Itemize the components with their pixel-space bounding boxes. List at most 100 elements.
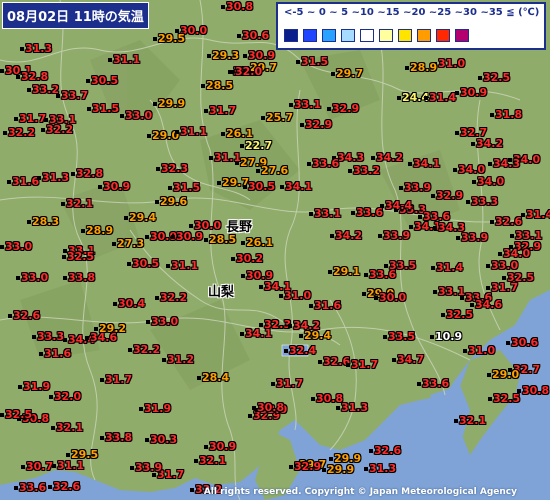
station-temperature-value: 30.0 [379, 291, 407, 304]
station-temperature-label: 31.6 [7, 176, 39, 187]
station-marker-icon [490, 220, 494, 224]
station-temperature-value: 33.6 [422, 377, 450, 390]
station-marker-icon [289, 465, 293, 469]
station-marker-icon [488, 162, 492, 166]
station-temperature-label: 33.5 [384, 260, 416, 271]
station-temperature-label: 33.0 [146, 316, 178, 327]
station-temperature-value: 33.1 [294, 98, 322, 111]
station-temperature-label: 31.2 [162, 354, 194, 365]
temperature-map: 30.8 30.0 29.5 30.6 29.3 30.9 31.3 32.0 31.1 29.7… [0, 0, 550, 500]
station-temperature-label: 33.9 [456, 232, 488, 243]
station-marker-icon [502, 276, 506, 280]
legend-swatch [379, 29, 393, 42]
station-temperature-label: 32.2 [3, 127, 35, 138]
station-marker-icon [362, 292, 366, 296]
station-temperature-value: 34.3 [493, 157, 521, 170]
station-marker-icon [486, 264, 490, 268]
station-temperature-label: 29.0 [487, 369, 519, 380]
station-temperature-label: 28.9 [405, 62, 437, 73]
station-marker-icon [328, 270, 332, 274]
station-temperature-label: 32.6 [8, 310, 40, 321]
station-marker-icon [153, 37, 157, 41]
station-marker-icon [470, 303, 474, 307]
station-temperature-label: 32.8 [16, 71, 48, 82]
station-marker-icon [351, 211, 355, 215]
station-temperature-label: 31.4 [424, 92, 456, 103]
legend-swatch [417, 29, 431, 42]
station-temperature-value: 33.0 [21, 271, 49, 284]
station-temperature-value: 32.5 [446, 308, 474, 321]
station-temperature-label: 33.0 [486, 260, 518, 271]
station-marker-icon [384, 264, 388, 268]
station-temperature-label: 33.1 [289, 99, 321, 110]
station-temperature-value: 30.5 [132, 257, 160, 270]
station-marker-icon [517, 389, 521, 393]
station-temperature-value: 31.5 [173, 181, 201, 194]
station-temperature-label: 33.2 [348, 165, 380, 176]
station-temperature-label: 34.1 [240, 328, 272, 339]
station-temperature-label: 34.6 [470, 299, 502, 310]
station-temperature-label: 30.7 [21, 461, 53, 472]
station-temperature-label: 30.9 [204, 441, 236, 452]
station-temperature-label: 31.0 [433, 58, 465, 69]
station-temperature-value: 33.9 [461, 231, 489, 244]
station-temperature-label: 30.9 [243, 50, 275, 61]
legend-color-swatches [284, 29, 469, 42]
station-temperature-value: 34.1 [245, 327, 273, 340]
station-temperature-value: 30.2 [236, 252, 264, 265]
station-temperature-value: 34.1 [285, 180, 313, 193]
station-marker-icon [397, 96, 401, 100]
station-temperature-value: 34.0 [477, 175, 505, 188]
station-temperature-label: 31.3 [364, 463, 396, 474]
station-temperature-value: 32.2 [46, 123, 74, 136]
station-temperature-label: 29.3 [207, 50, 239, 61]
station-temperature-label: 10.9 [430, 331, 462, 342]
station-temperature-label: 31.9 [18, 381, 50, 392]
station-temperature-label: 30.2 [231, 253, 263, 264]
station-temperature-label: 33.6 [14, 482, 46, 493]
station-marker-icon [0, 413, 4, 417]
station-temperature-value: 29.4 [304, 329, 332, 342]
legend-swatch [360, 29, 374, 42]
station-marker-icon [433, 226, 437, 230]
station-marker-icon [455, 131, 459, 135]
station-temperature-label: 34.0 [498, 248, 530, 259]
station-marker-icon [318, 360, 322, 364]
station-temperature-label: 31.9 [139, 403, 171, 414]
station-temperature-value: 31.7 [105, 373, 133, 386]
station-temperature-value: 31.9 [144, 402, 172, 415]
station-temperature-value: 33.8 [105, 431, 133, 444]
station-marker-icon [20, 47, 24, 51]
station-temperature-value: 32.6 [53, 480, 81, 493]
station-temperature-label: 32.9 [300, 119, 332, 130]
station-marker-icon [392, 358, 396, 362]
station-marker-icon [346, 363, 350, 367]
station-marker-icon [81, 229, 85, 233]
station-temperature-value: 32.3 [161, 162, 189, 175]
station-temperature-value: 29.7 [336, 67, 364, 80]
station-temperature-label: 33.9 [399, 182, 431, 193]
station-temperature-value: 30.8 [257, 401, 285, 414]
station-marker-icon [472, 180, 476, 184]
station-marker-icon [197, 376, 201, 380]
station-marker-icon [194, 459, 198, 463]
station-temperature-label: 33.7 [56, 90, 88, 101]
station-temperature-value: 32.6 [374, 444, 402, 457]
station-temperature-label: 32.5 [0, 409, 32, 420]
station-marker-icon [296, 60, 300, 64]
station-temperature-value: 34.4 [385, 199, 413, 212]
station-marker-icon [374, 296, 378, 300]
station-temperature-label: 28.9 [81, 225, 113, 236]
station-marker-icon [27, 220, 31, 224]
station-marker-icon [433, 290, 437, 294]
station-temperature-value: 32.6 [13, 309, 41, 322]
station-temperature-value: 30.9 [460, 86, 488, 99]
station-temperature-label: 33.2 [27, 84, 59, 95]
station-temperature-label: 28.4 [197, 372, 229, 383]
station-marker-icon [521, 213, 525, 217]
station-temperature-label: 26.1 [241, 237, 273, 248]
station-temperature-value: 25.7 [266, 111, 294, 124]
station-marker-icon [8, 314, 12, 318]
station-marker-icon [32, 335, 36, 339]
station-marker-icon [48, 485, 52, 489]
